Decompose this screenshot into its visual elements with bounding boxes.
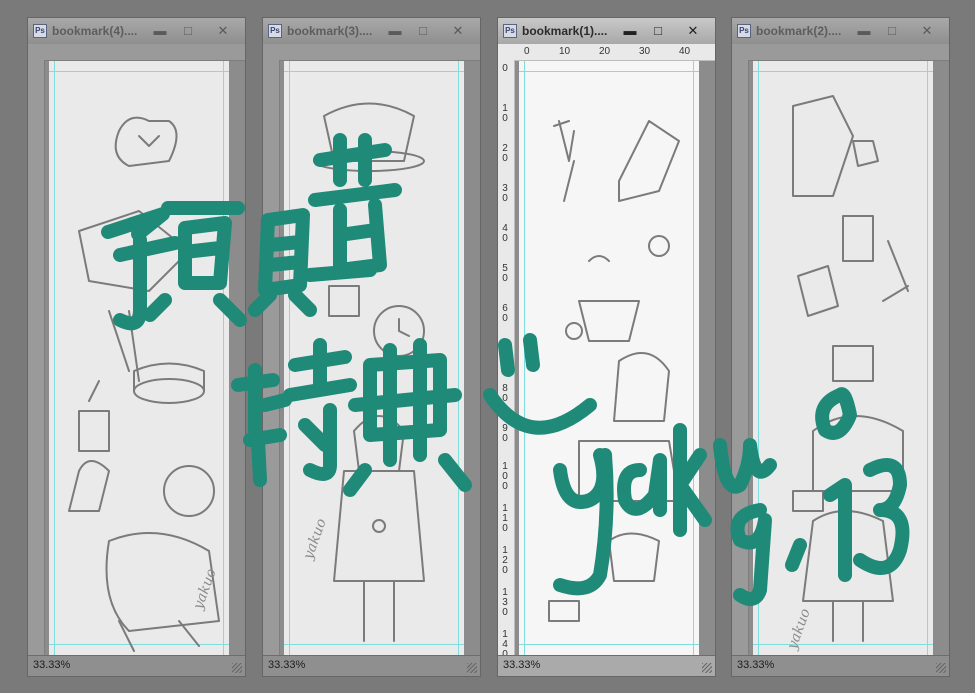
- horizontal-ruler: [748, 44, 949, 61]
- ruler-label: 10: [559, 46, 571, 57]
- maximize-button[interactable]: □: [175, 22, 201, 39]
- sketch-illustration: [313, 102, 425, 642]
- status-bar: 33.33%: [263, 655, 480, 676]
- window-title: bookmark(1)....: [522, 24, 608, 38]
- photoshop-icon: Ps: [737, 24, 751, 38]
- document-canvas[interactable]: yakuo: [753, 61, 933, 655]
- photoshop-icon: Ps: [268, 24, 282, 38]
- minimize-button[interactable]: ▬: [382, 22, 408, 39]
- ruler-label: 130: [502, 587, 508, 618]
- minimize-button[interactable]: ▬: [617, 22, 643, 39]
- close-button[interactable]: ✕: [442, 22, 474, 39]
- ruler-label: 50: [502, 263, 508, 284]
- zoom-level[interactable]: 33.33%: [268, 659, 305, 671]
- ruler-label: 70: [502, 343, 508, 364]
- ruler-label: 0: [502, 63, 508, 74]
- ruler-label: 10: [502, 103, 508, 124]
- document-window-bookmark-1[interactable]: Ps bookmark(1).... ▬ □ ✕ 0 10 20 30 40 5…: [497, 17, 716, 677]
- status-bar: 33.33%: [732, 655, 949, 676]
- ruler-label: 0: [524, 46, 530, 57]
- title-bar[interactable]: Ps bookmark(1).... ▬ □ ✕: [498, 18, 715, 45]
- ruler-label: 40: [679, 46, 691, 57]
- zoom-level[interactable]: 33.33%: [33, 659, 70, 671]
- document-window-bookmark-3[interactable]: Ps bookmark(3).... ▬ □ ✕ yakuo 33.33%: [262, 17, 481, 677]
- vertical-ruler: [28, 44, 45, 656]
- resize-grip-icon[interactable]: [936, 663, 946, 673]
- close-button[interactable]: ✕: [911, 22, 943, 39]
- ruler-label: 20: [502, 143, 508, 164]
- close-button[interactable]: ✕: [207, 22, 239, 39]
- title-bar[interactable]: Ps bookmark(4).... ▬ □ ✕: [28, 18, 245, 45]
- sketch-illustration: [792, 95, 909, 642]
- window-title: bookmark(2)....: [756, 24, 842, 38]
- title-bar[interactable]: Ps bookmark(3).... ▬ □ ✕: [263, 18, 480, 45]
- horizontal-ruler: [279, 44, 480, 61]
- title-bar[interactable]: Ps bookmark(2).... ▬ □ ✕: [732, 18, 949, 45]
- document-canvas[interactable]: [519, 61, 699, 655]
- ruler-label: 110: [502, 503, 508, 534]
- ruler-label: 30: [502, 183, 508, 204]
- window-title: bookmark(4)....: [52, 24, 138, 38]
- ruler-label: 120: [502, 545, 508, 576]
- horizontal-ruler: 0 10 20 30 40: [514, 44, 715, 61]
- document-canvas[interactable]: yakuo: [49, 61, 229, 655]
- ruler-label: 40: [502, 223, 508, 244]
- resize-grip-icon[interactable]: [467, 663, 477, 673]
- vertical-ruler: [263, 44, 280, 656]
- resize-grip-icon[interactable]: [232, 663, 242, 673]
- minimize-button[interactable]: ▬: [851, 22, 877, 39]
- photoshop-icon: Ps: [503, 24, 517, 38]
- photoshop-icon: Ps: [33, 24, 47, 38]
- ruler-label: 20: [599, 46, 611, 57]
- document-window-bookmark-4[interactable]: Ps bookmark(4).... ▬ □ ✕ yakuo 33.33%: [27, 17, 246, 677]
- ruler-label: 30: [639, 46, 651, 57]
- zoom-level[interactable]: 33.33%: [737, 659, 774, 671]
- ruler-label: 60: [502, 303, 508, 324]
- zoom-level[interactable]: 33.33%: [503, 659, 540, 671]
- maximize-button[interactable]: □: [645, 22, 671, 39]
- ruler-label: 80: [502, 383, 508, 404]
- maximize-button[interactable]: □: [410, 22, 436, 39]
- horizontal-ruler: [44, 44, 245, 61]
- ruler-label: 100: [502, 461, 508, 492]
- window-title: bookmark(3)....: [287, 24, 373, 38]
- sketch-illustration: [68, 116, 220, 652]
- resize-grip-icon[interactable]: [702, 663, 712, 673]
- status-bar: 33.33%: [498, 655, 715, 676]
- sketch-illustration: [548, 120, 680, 622]
- minimize-button[interactable]: ▬: [147, 22, 173, 39]
- document-canvas[interactable]: yakuo: [284, 61, 464, 655]
- ruler-label: 90: [502, 423, 508, 444]
- vertical-ruler: 0 10 20 30 40 50 60 70 80 90 100 110 120…: [498, 44, 515, 660]
- document-window-bookmark-2[interactable]: Ps bookmark(2).... ▬ □ ✕ yakuo 33.33%: [731, 17, 950, 677]
- close-button[interactable]: ✕: [677, 22, 709, 39]
- status-bar: 33.33%: [28, 655, 245, 676]
- maximize-button[interactable]: □: [879, 22, 905, 39]
- vertical-ruler: [732, 44, 749, 656]
